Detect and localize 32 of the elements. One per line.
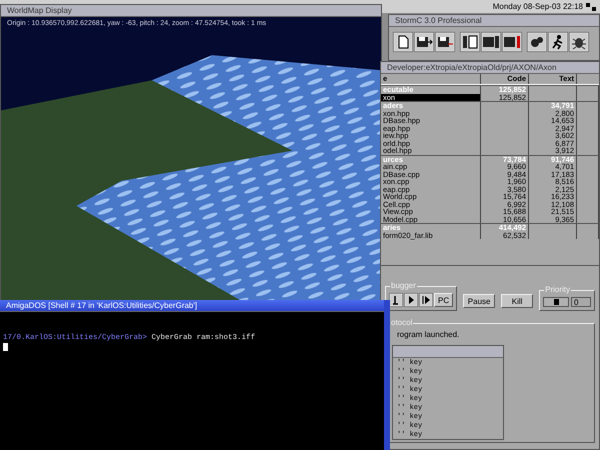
disk-arrow-icon[interactable] xyxy=(435,32,455,52)
title-bar[interactable]: Developer:eXtropia/eXtropiaOld/prj/AXON/Axon xyxy=(381,62,599,74)
action-button[interactable]: Kill xyxy=(501,294,534,308)
group-label: Priority xyxy=(544,285,572,294)
title-bar[interactable]: AmigaDOS [Shell # 17 in 'KarlOS:Utilities/CyberGrab'] xyxy=(0,300,384,312)
depth-gadget-icon[interactable] xyxy=(586,2,596,10)
clock: Monday 08-Sep-03 22:18 xyxy=(492,2,583,11)
pc-button[interactable]: PC xyxy=(434,293,454,307)
gears-icon[interactable] xyxy=(527,32,547,52)
priority-slider[interactable] xyxy=(543,297,569,307)
action-button[interactable]: Pause xyxy=(463,294,496,308)
title-bar[interactable]: StormC 3.0 Professional xyxy=(389,15,599,27)
priority-field[interactable]: 0 xyxy=(571,297,591,307)
title-bar[interactable]: WorldMap Display xyxy=(1,5,381,17)
window-title: WorldMap Display xyxy=(7,6,72,15)
step-icon[interactable] xyxy=(389,293,403,307)
window-title: StormC 3.0 Professional xyxy=(395,16,482,25)
disk-arrow-icon[interactable] xyxy=(414,32,434,52)
slider-knob[interactable] xyxy=(554,299,560,305)
group-label: otocol xyxy=(390,318,414,327)
window-title: Developer:eXtropia/eXtropiaOld/prj/AXON/Axon xyxy=(387,63,556,72)
step-over-icon[interactable] xyxy=(404,293,418,307)
window-title: AmigaDOS [Shell # 17 in 'KarlOS:Utilities/CyberGrab'] xyxy=(6,301,198,310)
text-cursor xyxy=(3,343,8,351)
running-man-icon[interactable] xyxy=(548,32,568,52)
document-icon[interactable] xyxy=(460,32,480,52)
log-line: rogram launched. xyxy=(397,330,460,339)
group-label: bugger xyxy=(390,281,417,290)
new-file-icon[interactable] xyxy=(393,32,413,52)
run-icon[interactable] xyxy=(419,293,433,307)
title-bar[interactable] xyxy=(393,346,503,358)
bug-icon[interactable] xyxy=(569,32,589,52)
